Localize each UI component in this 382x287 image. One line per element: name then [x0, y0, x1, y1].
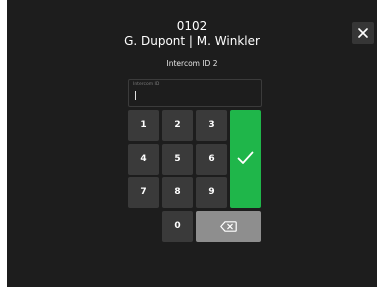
key-3[interactable]: 3 — [196, 110, 227, 141]
backspace-button[interactable] — [196, 211, 261, 242]
key-6[interactable]: 6 — [196, 144, 227, 175]
confirm-button[interactable] — [230, 110, 261, 208]
apartment-number: 0102 — [176, 19, 208, 33]
key-1[interactable]: 1 — [128, 110, 159, 141]
checkmark-icon — [237, 151, 254, 164]
backspace-icon — [220, 221, 237, 232]
text-caret — [135, 91, 136, 100]
key-7[interactable]: 7 — [128, 177, 159, 208]
close-button[interactable] — [352, 22, 374, 44]
intercom-heading: Intercom ID 2 — [166, 59, 218, 68]
key-5[interactable]: 5 — [162, 144, 193, 175]
key-9[interactable]: 9 — [196, 177, 227, 208]
intercom-id-input[interactable]: Intercom ID — [128, 79, 262, 107]
key-0[interactable]: 0 — [162, 211, 193, 242]
key-4[interactable]: 4 — [128, 144, 159, 175]
intercom-screen: 0102 G. Dupont | M. Winkler Intercom ID … — [7, 0, 377, 287]
key-2[interactable]: 2 — [162, 110, 193, 141]
key-8[interactable]: 8 — [162, 177, 193, 208]
intercom-id-label: Intercom ID — [133, 82, 160, 87]
close-icon — [358, 28, 368, 38]
resident-names: G. Dupont | M. Winkler — [124, 34, 260, 48]
